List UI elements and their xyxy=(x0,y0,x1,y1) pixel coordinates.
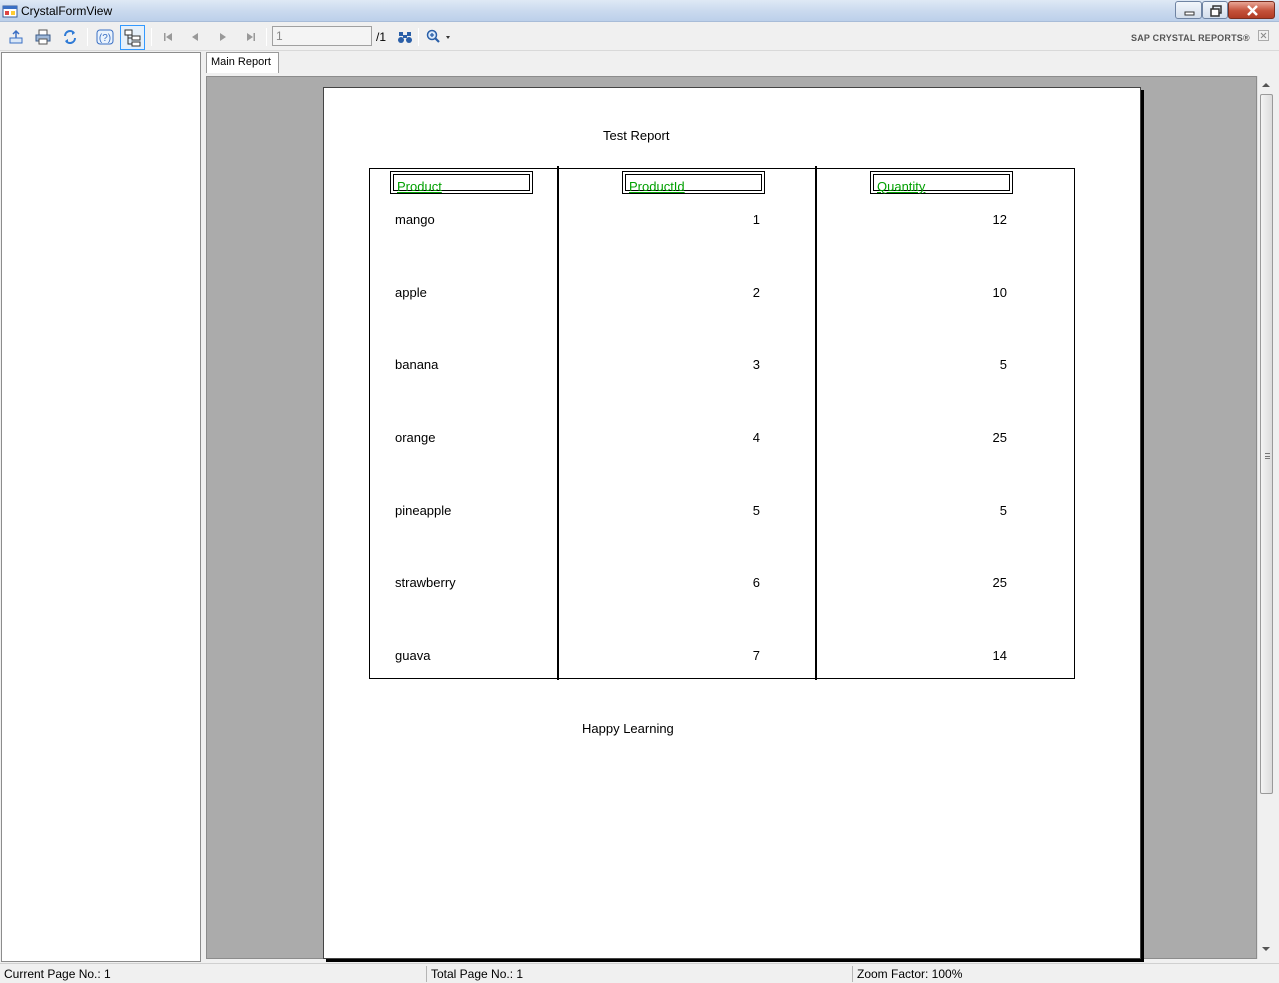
refresh-button[interactable] xyxy=(59,26,81,48)
scroll-down-icon xyxy=(1262,947,1270,951)
cell-product: banana xyxy=(395,357,439,372)
group-tree-panel[interactable] xyxy=(1,52,201,962)
status-bar: Current Page No.: 1 Total Page No.: 1 Zo… xyxy=(0,963,1279,983)
cell-product: strawberry xyxy=(395,575,456,590)
vertical-scrollbar[interactable] xyxy=(1257,76,1274,959)
restore-button[interactable] xyxy=(1202,1,1228,19)
toolbar-separator xyxy=(418,28,419,46)
cell-product: guava xyxy=(395,648,431,663)
cell-product: mango xyxy=(395,212,435,227)
scroll-grip-icon xyxy=(1265,453,1270,459)
close-icon xyxy=(1260,32,1267,39)
header-productid-label: ProductId xyxy=(629,179,685,194)
help-button[interactable]: (?) xyxy=(93,26,115,48)
header-productid: ProductId xyxy=(622,171,765,194)
last-page-button[interactable] xyxy=(240,26,262,48)
print-button[interactable] xyxy=(32,26,54,48)
report-footer: Happy Learning xyxy=(582,721,674,736)
cell-productid: 1 xyxy=(752,212,760,227)
cell-product: orange xyxy=(395,430,436,445)
window-title: CrystalFormView xyxy=(21,4,113,18)
close-button[interactable] xyxy=(1228,1,1275,19)
status-separator xyxy=(426,966,427,982)
cell-productid: 3 xyxy=(752,357,760,372)
cell-productid: 4 xyxy=(752,430,760,445)
cell-quantity: 5 xyxy=(999,357,1007,372)
refresh-icon xyxy=(64,30,76,44)
zoom-icon xyxy=(426,29,450,43)
next-page-button[interactable] xyxy=(212,26,234,48)
cell-productid: 6 xyxy=(752,575,760,590)
group-tree-icon xyxy=(124,29,141,47)
report-title: Test Report xyxy=(603,128,670,143)
cell-quantity: 25 xyxy=(992,430,1007,445)
cell-quantity: 10 xyxy=(992,285,1007,300)
svg-text:(?): (?) xyxy=(99,33,111,44)
status-current-page: Current Page No.: 1 xyxy=(4,967,111,981)
title-bar: CrystalFormView xyxy=(0,0,1279,22)
status-total-pages: Total Page No.: 1 xyxy=(431,967,524,981)
header-product-label: Product xyxy=(397,179,442,194)
cell-productid: 5 xyxy=(752,503,760,518)
minimize-button[interactable] xyxy=(1175,1,1202,19)
app-icon xyxy=(2,5,18,18)
column-divider xyxy=(815,166,817,680)
last-page-icon xyxy=(247,33,255,41)
export-button[interactable] xyxy=(5,26,27,48)
cell-product: pineapple xyxy=(395,503,452,518)
cell-quantity: 14 xyxy=(992,648,1007,663)
page-number-input[interactable] xyxy=(272,26,372,46)
minimize-icon xyxy=(1184,11,1195,16)
cell-productid: 2 xyxy=(752,285,760,300)
help-icon: (?) xyxy=(96,29,114,45)
tab-label: Main Report xyxy=(211,56,271,68)
header-quantity-label: Quantity xyxy=(877,179,926,194)
scroll-up-icon xyxy=(1262,83,1270,87)
export-icon xyxy=(9,29,23,44)
cell-quantity: 25 xyxy=(992,575,1007,590)
binoculars-icon xyxy=(398,32,412,43)
previous-page-icon xyxy=(192,33,198,41)
first-page-button[interactable] xyxy=(157,26,179,48)
print-icon xyxy=(35,29,51,45)
first-page-icon xyxy=(164,33,172,41)
previous-page-button[interactable] xyxy=(184,26,206,48)
cell-product: apple xyxy=(395,285,427,300)
status-zoom-factor: Zoom Factor: 100% xyxy=(857,967,963,981)
brand-logo: SAP CRYSTAL REPORTS® xyxy=(1131,33,1250,43)
restore-icon xyxy=(1210,5,1222,17)
page-total-label: /1 xyxy=(376,30,387,44)
close-icon xyxy=(1247,5,1258,16)
report-table-border xyxy=(369,168,1075,679)
column-divider xyxy=(557,166,559,680)
toolbar-separator xyxy=(151,28,152,46)
tab-main-report[interactable]: Main Report xyxy=(206,52,279,73)
scrollbar-thumb[interactable] xyxy=(1260,94,1273,794)
zoom-button[interactable] xyxy=(422,26,454,48)
cell-quantity: 5 xyxy=(999,503,1007,518)
toolbar-separator xyxy=(266,28,267,46)
find-button[interactable] xyxy=(394,26,416,48)
header-quantity: Quantity xyxy=(870,171,1013,194)
cell-quantity: 12 xyxy=(992,212,1007,227)
next-page-icon xyxy=(220,33,226,41)
cell-productid: 7 xyxy=(752,648,760,663)
status-separator xyxy=(852,966,853,982)
toolbar-separator xyxy=(87,28,88,46)
toggle-group-tree-button[interactable] xyxy=(120,25,145,50)
close-viewer-button[interactable] xyxy=(1258,30,1269,41)
header-product: Product xyxy=(390,171,533,194)
